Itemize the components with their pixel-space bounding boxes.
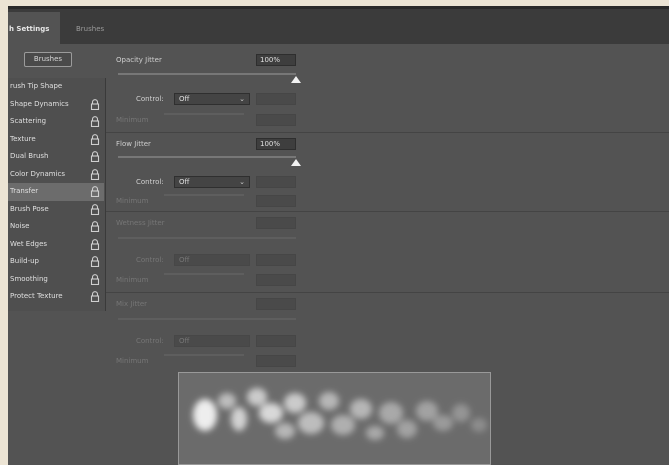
- lock-icon[interactable]: [90, 256, 100, 267]
- option-protect-texture[interactable]: Protect Texture: [8, 288, 104, 306]
- lock-icon[interactable]: [90, 151, 100, 162]
- flow-minimum-slider: [164, 194, 244, 196]
- mix-jitter-label: Mix Jitter: [116, 300, 148, 308]
- flow-control-label: Control:: [136, 178, 164, 186]
- section-divider: [106, 132, 669, 133]
- wetness-control-value: Off: [179, 256, 190, 264]
- opacity-minimum-input: [256, 114, 296, 126]
- option-label: Color Dynamics: [10, 169, 66, 178]
- option-smoothing[interactable]: Smoothing: [8, 271, 104, 289]
- mix-minimum-label: Minimum: [116, 357, 149, 365]
- option-wet-edges[interactable]: Wet Edges: [8, 236, 104, 254]
- brushes-button[interactable]: Brushes: [24, 52, 72, 67]
- option-label: Dual Brush: [10, 152, 49, 160]
- mix-control-label: Control:: [136, 337, 164, 345]
- lock-icon[interactable]: [90, 168, 100, 180]
- lock-icon[interactable]: [90, 221, 100, 232]
- section-divider: [106, 292, 669, 293]
- mix-jitter-input: [256, 298, 296, 310]
- option-shape-dynamics[interactable]: Shape Dynamics: [8, 96, 104, 114]
- wetness-jitter-label: Wetness Jitter: [116, 219, 165, 227]
- lock-icon[interactable]: [90, 273, 100, 285]
- mix-control-select: Off: [174, 335, 250, 347]
- wetness-minimum-input: [256, 274, 296, 286]
- lock-icon[interactable]: [90, 133, 100, 145]
- wetness-minimum-label: Minimum: [116, 276, 149, 284]
- lock-icon[interactable]: [90, 186, 100, 197]
- wetness-minimum-slider: [164, 273, 244, 275]
- flow-jitter-slider[interactable]: [118, 156, 296, 158]
- lock-icon[interactable]: [90, 203, 100, 215]
- opacity-jitter-input[interactable]: 100%: [256, 54, 296, 66]
- opacity-jitter-slider[interactable]: [118, 73, 296, 75]
- wetness-jitter-slider: [118, 237, 296, 239]
- mix-jitter-slider: [118, 318, 296, 320]
- tab-brushes[interactable]: Brushes: [76, 12, 104, 47]
- brush-option-list: rush Tip Shape Shape Dynamics Scattering…: [8, 78, 106, 311]
- option-label: Smoothing: [10, 274, 48, 283]
- brush-stroke-preview: [178, 372, 491, 465]
- flow-minimum-label: Minimum: [116, 197, 149, 205]
- option-label: Wet Edges: [10, 239, 48, 248]
- option-brush-tip-shape[interactable]: rush Tip Shape: [8, 78, 104, 96]
- mix-minimum-input: [256, 355, 296, 367]
- option-label: Scattering: [10, 117, 47, 125]
- opacity-minimum-slider: [164, 113, 244, 115]
- flow-control-value: Off: [179, 178, 190, 186]
- opacity-control-select[interactable]: Off ⌄: [174, 93, 250, 105]
- option-label: Transfer: [10, 187, 39, 195]
- flow-control-select[interactable]: Off ⌄: [174, 176, 250, 188]
- opacity-jitter-slider-thumb[interactable]: [291, 76, 301, 83]
- opacity-minimum-label: Minimum: [116, 116, 149, 124]
- lock-icon[interactable]: [90, 238, 100, 250]
- option-label: Protect Texture: [10, 292, 63, 300]
- mix-minimum-slider: [164, 354, 244, 356]
- lock-icon[interactable]: [90, 98, 100, 110]
- flow-jitter-input[interactable]: 100%: [256, 138, 296, 150]
- option-label: Brush Pose: [10, 204, 49, 213]
- chevron-down-icon: ⌄: [239, 95, 245, 103]
- option-color-dynamics[interactable]: Color Dynamics: [8, 166, 104, 184]
- lock-icon[interactable]: [90, 291, 100, 302]
- option-brush-pose[interactable]: Brush Pose: [8, 201, 104, 219]
- mix-control-value: Off: [179, 337, 190, 345]
- section-divider: [106, 211, 669, 212]
- brush-settings-panel: h Settings Brushes Brushes rush Tip Shap…: [8, 6, 669, 465]
- option-label: Build-up: [10, 257, 39, 265]
- tab-brush-settings[interactable]: h Settings: [8, 12, 60, 47]
- opacity-control-field: [256, 93, 296, 105]
- wetness-jitter-input: [256, 217, 296, 229]
- wetness-control-field: [256, 254, 296, 266]
- mix-control-field: [256, 335, 296, 347]
- option-transfer[interactable]: Transfer: [8, 183, 104, 201]
- flow-control-field: [256, 176, 296, 188]
- option-label: rush Tip Shape: [10, 82, 63, 90]
- opacity-control-value: Off: [179, 95, 190, 103]
- flow-jitter-slider-thumb[interactable]: [291, 159, 301, 166]
- option-dual-brush[interactable]: Dual Brush: [8, 148, 104, 166]
- lock-icon[interactable]: [90, 116, 100, 127]
- wetness-control-select: Off: [174, 254, 250, 266]
- option-label: Noise: [10, 222, 30, 230]
- tab-bar: h Settings Brushes: [8, 6, 669, 47]
- option-label: Texture: [10, 134, 36, 143]
- flow-jitter-label: Flow Jitter: [116, 140, 151, 148]
- brush-options-sidebar: Brushes rush Tip Shape Shape Dynamics Sc…: [8, 44, 106, 465]
- opacity-jitter-label: Opacity Jitter: [116, 56, 162, 64]
- option-noise[interactable]: Noise: [8, 218, 104, 236]
- option-build-up[interactable]: Build-up: [8, 253, 104, 271]
- option-scattering[interactable]: Scattering: [8, 113, 104, 131]
- option-label: Shape Dynamics: [10, 99, 69, 108]
- chevron-down-icon: ⌄: [239, 178, 245, 186]
- option-texture[interactable]: Texture: [8, 131, 104, 149]
- flow-minimum-input: [256, 195, 296, 207]
- brush-stroke-preview-image: [193, 388, 487, 440]
- wetness-control-label: Control:: [136, 256, 164, 264]
- opacity-control-label: Control:: [136, 95, 164, 103]
